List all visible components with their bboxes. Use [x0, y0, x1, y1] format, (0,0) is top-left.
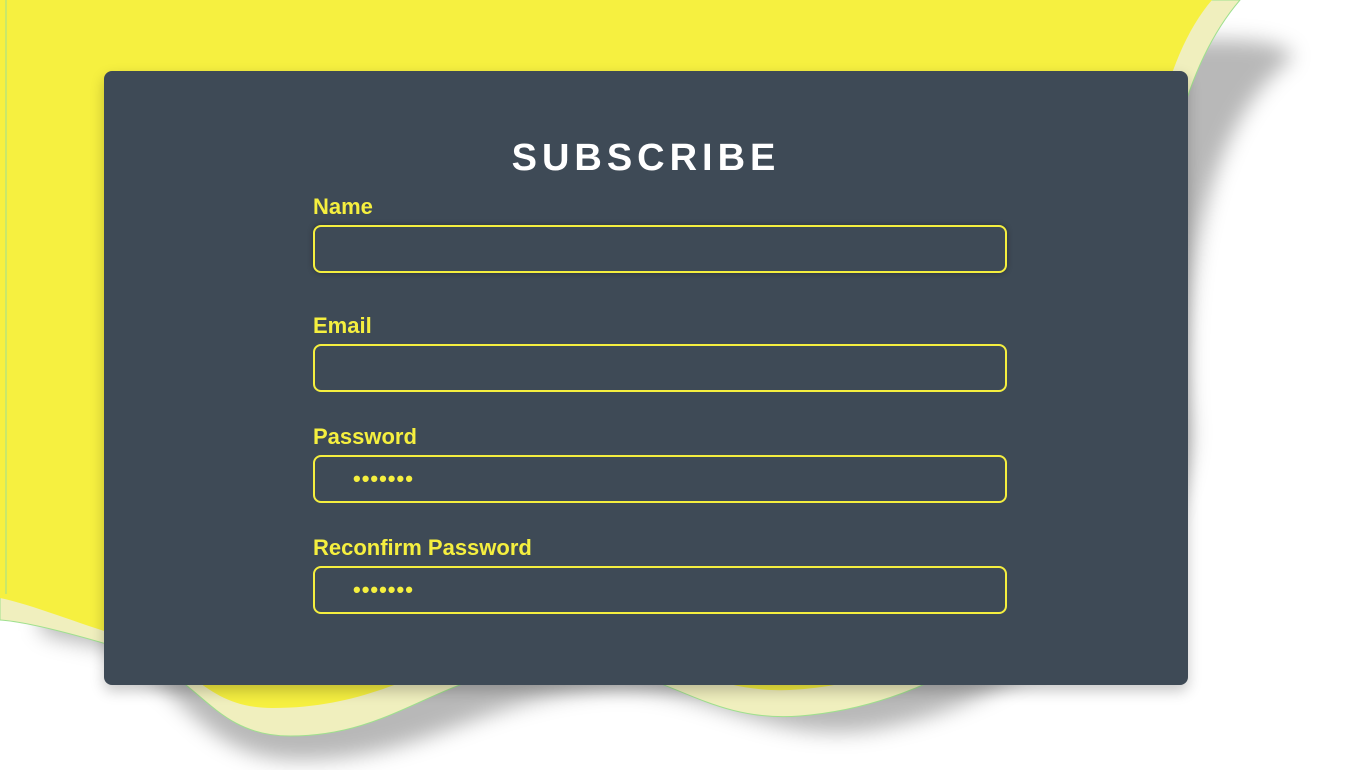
- page-background: SUBSCRIBE Name Email Password Reconfirm …: [0, 0, 1366, 770]
- reconfirm-password-label: Reconfirm Password: [313, 535, 532, 560]
- page-title: SUBSCRIBE: [511, 137, 781, 179]
- subscribe-card: SUBSCRIBE Name Email Password Reconfirm …: [104, 71, 1188, 685]
- reconfirm-password-input[interactable]: [313, 566, 1007, 614]
- email-label: Email: [313, 313, 372, 338]
- email-input[interactable]: [313, 344, 1007, 392]
- name-input[interactable]: [313, 225, 1007, 273]
- password-label: Password: [313, 424, 417, 449]
- password-input[interactable]: [313, 455, 1007, 503]
- name-label: Name: [313, 194, 373, 219]
